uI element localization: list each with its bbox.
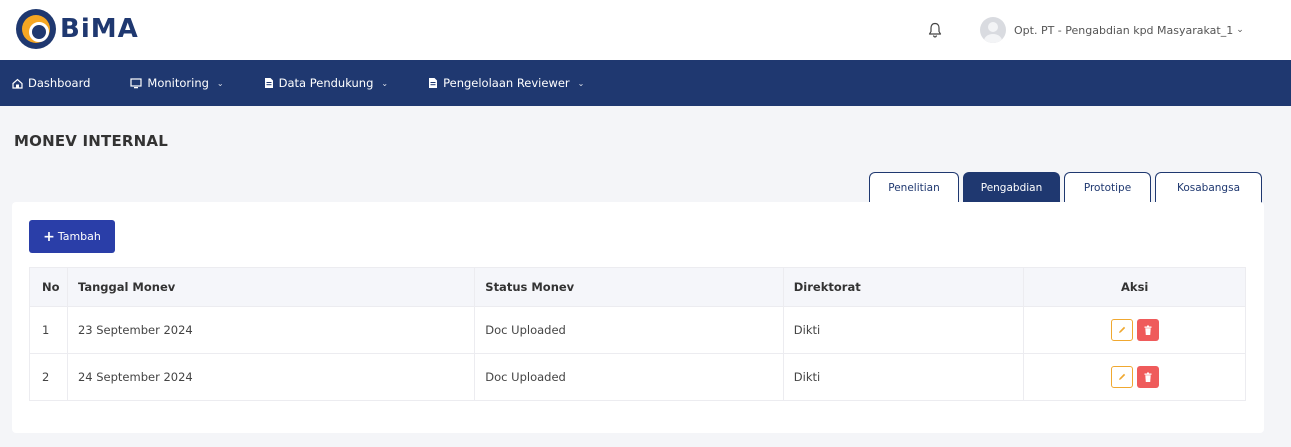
home-icon (12, 78, 23, 89)
monev-status: Doc Uploaded (475, 307, 784, 353)
chevron-down-icon: ⌄ (216, 78, 224, 88)
nav-item-data-pendukung[interactable]: Data Pendukung ⌄ (264, 76, 388, 90)
nav-item-label: Dashboard (28, 76, 91, 90)
row-number: 1 (30, 307, 68, 353)
document-icon (264, 78, 273, 88)
row-actions (1024, 354, 1245, 400)
nav-item-pengelolaan-reviewer[interactable]: Pengelolaan Reviewer ⌄ (428, 76, 584, 90)
table-row: 1 23 September 2024 Doc Uploaded Dikti (30, 306, 1245, 353)
plus-icon: + (43, 228, 55, 245)
monev-status: Doc Uploaded (475, 354, 784, 400)
notification-bell-icon[interactable] (928, 22, 942, 38)
table-row: 2 24 September 2024 Doc Uploaded Dikti (30, 353, 1245, 400)
tab-kosabangsa[interactable]: Kosabangsa (1155, 172, 1262, 203)
pencil-icon (1118, 326, 1125, 333)
page-title: MONEV INTERNAL (14, 132, 168, 150)
column-header-actions: Aksi (1121, 280, 1149, 294)
delete-button[interactable] (1136, 366, 1159, 388)
add-button[interactable]: + Tambah (29, 220, 115, 253)
add-button-label: Tambah (57, 230, 101, 243)
nav-item-dashboard[interactable]: Dashboard (12, 76, 90, 90)
category-tabs: Penelitian Pengabdian Prototipe Kosabang… (869, 172, 1262, 203)
logo-text: BiMA (60, 14, 139, 44)
monev-date: 24 September 2024 (68, 354, 476, 400)
trash-icon (1144, 325, 1152, 335)
delete-button[interactable] (1136, 319, 1159, 341)
column-header-directorate: Direktorat (784, 268, 1025, 306)
nav-item-label: Pengelolaan Reviewer (443, 76, 570, 90)
column-header-date: Tanggal Monev (68, 268, 476, 306)
user-menu[interactable]: Opt. PT - Pengabdian kpd Masyarakat_1 ⌄ (980, 16, 1244, 44)
trash-icon (1144, 372, 1152, 382)
content-card: + Tambah No Tanggal Monev Status Monev D… (12, 202, 1264, 433)
chevron-down-icon: ⌄ (1236, 25, 1244, 35)
app-logo[interactable]: BiMA (16, 9, 139, 49)
monev-table: No Tanggal Monev Status Monev Direktorat… (29, 267, 1246, 401)
chevron-down-icon: ⌄ (381, 78, 389, 88)
directorate: Dikti (784, 354, 1025, 400)
main-navigation: Dashboard Monitoring ⌄ Data Pendukung ⌄ … (0, 60, 1291, 106)
column-header-no: No (30, 268, 68, 306)
monev-date: 23 September 2024 (68, 307, 476, 353)
logo-icon (16, 9, 56, 49)
top-bar: BiMA Opt. PT - Pengabdian kpd Masyarakat… (0, 0, 1291, 60)
column-header-status: Status Monev (475, 268, 784, 306)
directorate: Dikti (784, 307, 1025, 353)
avatar (980, 17, 1006, 43)
edit-button[interactable] (1110, 319, 1133, 341)
tab-pengabdian[interactable]: Pengabdian (963, 172, 1060, 203)
edit-button[interactable] (1110, 366, 1133, 388)
nav-item-label: Data Pendukung (278, 76, 374, 90)
row-actions (1024, 307, 1245, 353)
user-name: Opt. PT - Pengabdian kpd Masyarakat_1 (1014, 23, 1234, 37)
tab-prototipe[interactable]: Prototipe (1064, 172, 1151, 203)
tab-penelitian[interactable]: Penelitian (869, 172, 959, 203)
chevron-down-icon: ⌄ (577, 78, 585, 88)
nav-item-monitoring[interactable]: Monitoring ⌄ (130, 76, 224, 90)
table-header-row: No Tanggal Monev Status Monev Direktorat… (30, 268, 1245, 306)
pencil-icon (1118, 373, 1125, 380)
document-icon (429, 78, 438, 88)
monitor-icon (130, 77, 143, 88)
nav-item-label: Monitoring (147, 76, 209, 90)
row-number: 2 (30, 354, 68, 400)
